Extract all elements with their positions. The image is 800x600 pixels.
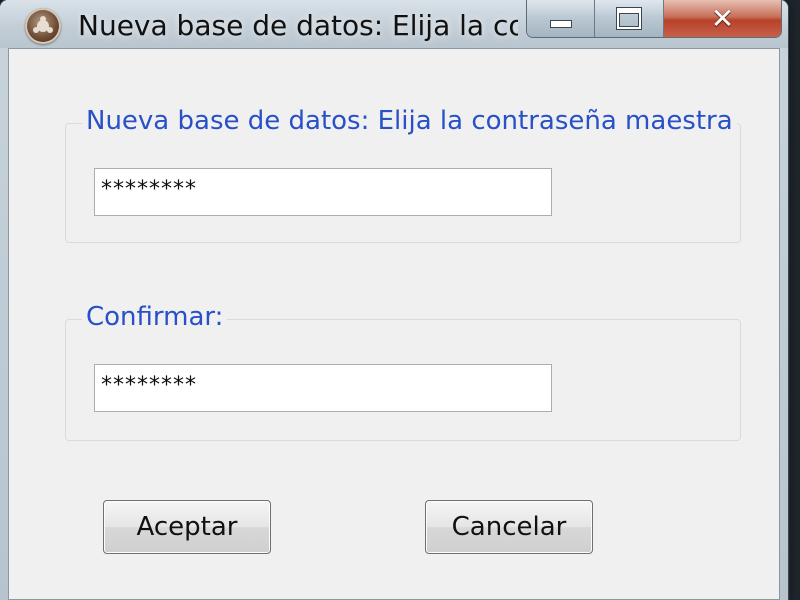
dialog-client-area: Nueva base de datos: Elija la contraseña… xyxy=(8,48,780,600)
close-button[interactable]: ✕ xyxy=(663,0,781,37)
master-password-label: Nueva base de datos: Elija la contraseña… xyxy=(82,104,737,138)
window-title: Nueva base de datos: Elija la co... xyxy=(78,9,518,42)
accept-button[interactable]: Aceptar xyxy=(103,500,271,554)
confirm-password-field[interactable]: ******** xyxy=(94,364,552,412)
master-password-field[interactable]: ******** xyxy=(94,168,552,216)
minimize-button[interactable] xyxy=(527,0,596,37)
master-password-group: Nueva base de datos: Elija la contraseña… xyxy=(65,104,741,243)
maximize-icon xyxy=(617,8,642,29)
title-bar[interactable]: Nueva base de datos: Elija la co... ✕ xyxy=(0,0,788,48)
cancel-button[interactable]: Cancelar xyxy=(425,500,593,554)
maximize-button[interactable] xyxy=(595,0,664,37)
confirm-password-label: Confirmar: xyxy=(82,300,228,334)
confirm-password-group: Confirmar: ******** xyxy=(65,300,741,441)
close-icon: ✕ xyxy=(710,1,735,35)
confirm-password-value: ******** xyxy=(101,373,197,398)
keepass-app-icon[interactable] xyxy=(25,8,61,44)
master-password-value: ******** xyxy=(101,177,197,202)
caption-buttons: ✕ xyxy=(526,0,782,38)
minimize-icon xyxy=(549,19,572,28)
dialog-window: Nueva base de datos: Elija la co... ✕ Nu… xyxy=(0,0,788,600)
